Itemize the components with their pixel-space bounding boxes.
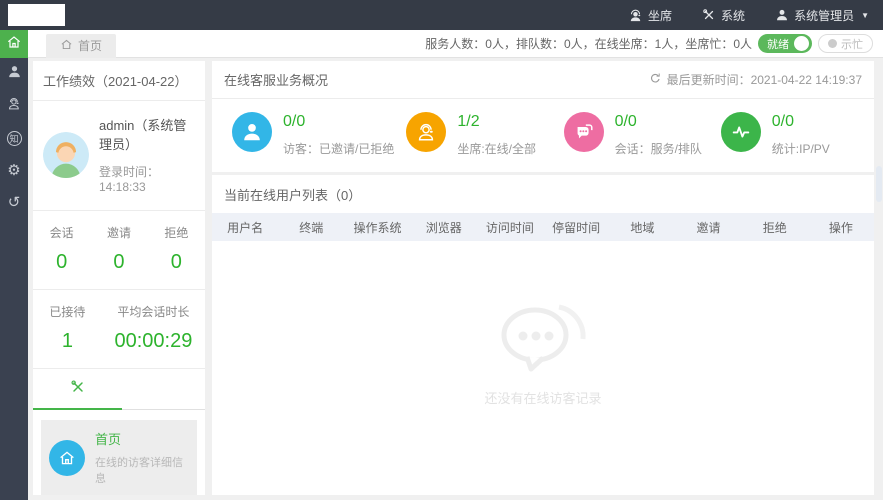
service-status-text: 服务人数：0人，排队数：0人，在线坐席：1人，坐席忙：0人 [425,37,752,51]
profile-login-time: 登录时间：14:18:33 [99,165,160,194]
menu-item-title: 首页 [95,432,122,447]
busy-dot-icon [828,39,837,48]
sidebar-item-settings[interactable]: ⚙ [0,154,28,186]
sidebar: 知 ⚙ ↺ [0,30,28,500]
sidebar-item-visitors[interactable] [0,58,28,90]
stat-served: 已接待 1 [49,305,86,352]
app-logo [8,4,65,26]
menu-item-home[interactable]: 首页 在线的访客详细信息 [41,420,197,495]
column-header: 拒绝 [762,220,787,235]
column-header: 停留时间 [552,220,601,235]
busy-button[interactable]: 示忙 [818,34,873,53]
topbar-item-system[interactable]: 系统 [702,7,745,24]
stat-card-agents: 1/2 坐席:在线/全部 [394,112,551,157]
profile-block: admin（系统管理员） 登录时间：14:18:33 [33,101,205,210]
stat-card-label: 统计:IP/PV [771,142,830,156]
tools-icon [702,8,716,22]
gear-icon: ⚙ [7,161,21,179]
tab-home-label: 首页 [78,39,103,53]
column-header: 浏览器 [425,220,462,235]
user-list-title: 当前在线用户列表（0） [224,188,362,203]
user-icon [775,8,789,22]
column-header: 邀请 [696,220,721,235]
stat-card-traffic: 0/0 统计:IP/PV [709,112,866,157]
home-icon [49,439,85,476]
busy-button-label: 示忙 [841,38,863,51]
agent-headset-icon [628,8,643,23]
column-header: 操作 [828,220,853,235]
overview-card: 在线客服业务概况 最后更新时间：2021-04-22 14:19:37 0/0 … [212,61,874,172]
performance-panel: 工作绩效（2021-04-22） admin（系统管理员） 登录时间：14:18… [33,61,205,495]
table-header-row: 用户名 终端 操作系统 浏览器 访问时间 停留时间 地域 邀请 拒绝 操作 [212,213,874,241]
column-header: 地域 [630,220,655,235]
stat-card-sessions: 0/0 会话：服务/排队 [552,112,709,157]
avatar [43,131,89,178]
stat-card-label: 会话：服务/排队 [614,142,702,156]
empty-state: 还没有在线访客记录 [212,295,874,407]
tools-icon [70,379,86,400]
knowledge-icon: 知 [6,130,22,146]
online-user-list: 当前在线用户列表（0） 用户名 终端 操作系统 浏览器 访问时间 停留时间 地域… [212,175,874,495]
panel-menu: 首页 在线的访客详细信息 在线访客 在线的访客详细信息 [33,410,205,495]
topbar: 坐席 系统 系统管理员 ▼ [0,0,883,30]
user-menu[interactable]: 系统管理员 ▼ [775,7,869,24]
stat-card-label: 访客：已邀请/已拒绝 [283,142,395,156]
served-stats-row: 已接待 1 平均会话时长 00:00:29 [33,289,205,368]
profile-name: admin（系统管理员） [99,118,187,152]
home-icon [6,34,22,55]
last-updated-text: 最后更新时间：2021-04-22 14:19:37 [666,73,862,87]
visitor-icon [232,112,272,152]
last-updated[interactable]: 最后更新时间：2021-04-22 14:19:37 [649,71,862,88]
agent-headset-icon [7,96,22,116]
tools-tab[interactable] [33,369,123,410]
empty-chat-bubble-icon [485,295,601,384]
content-area: 工作绩效（2021-04-22） admin（系统管理员） 登录时间：14:18… [28,58,883,500]
sidebar-item-agents[interactable] [0,90,28,122]
stat-card-label: 坐席:在线/全部 [457,142,537,156]
performance-panel-title: 工作绩效（2021-04-22） [33,61,205,101]
stat-card-value: 1/2 [457,113,480,130]
topbar-item-agent[interactable]: 坐席 [628,7,672,24]
session-stats-row: 会话 0 邀请 0 拒绝 0 [33,210,205,289]
tab-home[interactable]: 首页 [46,33,117,58]
panel-tabstrip [33,368,205,410]
stat-card-value: 0/0 [614,113,637,130]
topbar-item-label: 系统 [721,8,746,23]
column-header: 操作系统 [353,220,402,235]
toggle-knob [794,36,809,51]
ready-toggle-label: 就绪 [767,38,789,51]
menu-item-desc: 在线的访客详细信息 [95,457,183,485]
refresh-icon [649,72,662,88]
sidebar-item-home[interactable] [0,30,28,58]
user-icon [7,64,22,84]
empty-state-text: 还没有在线访客记录 [484,391,602,406]
stat-avg-duration: 平均会话时长 00:00:29 [114,305,193,352]
column-header: 用户名 [227,220,264,235]
stat-invites: 邀请 0 [106,226,131,273]
history-icon: ↺ [7,193,21,211]
stat-card-value: 0/0 [283,113,306,130]
topbar-item-label: 坐席 [648,8,673,23]
pulse-icon [720,112,761,152]
home-icon [60,38,73,54]
stat-sessions: 会话 0 [49,226,74,273]
chat-icon [563,112,604,152]
column-header: 访问时间 [485,220,534,235]
column-header: 终端 [299,220,324,235]
chevron-down-icon: ▼ [861,10,869,20]
sidebar-item-history[interactable]: ↺ [0,186,28,218]
user-menu-label: 系统管理员 [794,8,855,23]
overview-title: 在线客服业务概况 [224,73,329,88]
stat-card-value: 0/0 [771,113,795,130]
sidebar-item-knowledge[interactable]: 知 [0,122,28,154]
stat-rejections: 拒绝 0 [164,226,189,273]
scrollbar-thumb[interactable] [876,166,882,202]
stat-card-visitors: 0/0 访客：已邀请/已拒绝 [220,112,394,157]
tab-bar: 首页 服务人数：0人，排队数：0人，在线坐席：1人，坐席忙：0人 就绪 示忙 [28,30,883,58]
ready-toggle[interactable]: 就绪 [758,34,812,53]
agent-headset-icon [406,112,447,152]
